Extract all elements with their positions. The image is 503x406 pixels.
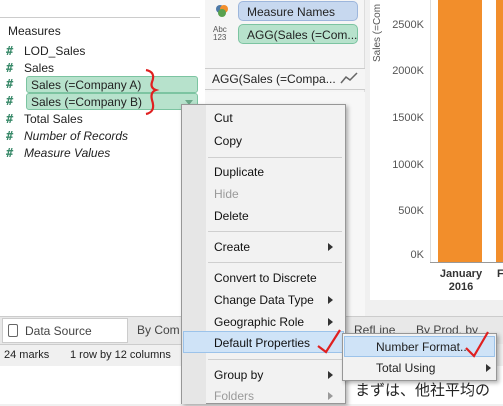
x-label-next: F — [497, 268, 503, 280]
menu-item-hide: Hide — [214, 187, 239, 201]
menu-item-copy[interactable]: Copy — [214, 131, 339, 151]
menu-item-total-using[interactable]: Total Using — [376, 358, 491, 378]
submenu-arrow-icon — [328, 296, 333, 304]
measures-header: Measures — [8, 24, 61, 38]
measure-hash-icon: # — [6, 111, 14, 126]
measure-hash-icon: # — [6, 43, 14, 58]
menu-separator — [208, 262, 342, 263]
line-chart-icon — [340, 72, 358, 84]
menu-item-folders: Folders — [214, 386, 339, 406]
menu-item-change-data-type[interactable]: Change Data Type — [214, 290, 339, 310]
status-rows-columns: 1 row by 12 columns — [70, 349, 171, 361]
document-text: まずは、他社平均の — [355, 381, 491, 399]
label-mark-icon[interactable]: Abc 123 — [213, 26, 231, 42]
measure-hash-icon: # — [6, 77, 14, 91]
y-axis-title: Sales (=Com — [372, 3, 383, 62]
x-label-year: 2016 — [448, 281, 474, 293]
tab-by-comp[interactable]: By Com — [131, 318, 181, 343]
data-pane-top-strip — [0, 0, 200, 18]
y-tick-label: 2000K — [392, 65, 424, 77]
agg-sales-pill[interactable]: AGG(Sales (=Com... — [238, 24, 358, 44]
y-tick-label: 0K — [410, 249, 424, 261]
menu-item-geographic-role[interactable]: Geographic Role — [214, 312, 339, 332]
bar-february[interactable] — [496, 0, 503, 262]
submenu-arrow-icon — [328, 371, 333, 379]
menu-item-group-by[interactable]: Group by — [214, 365, 339, 385]
tab-data-source[interactable]: Data Source — [2, 318, 128, 343]
menu-separator — [208, 231, 342, 232]
submenu-arrow-icon — [328, 318, 333, 326]
data-source-icon — [8, 324, 18, 337]
menu-item-duplicate[interactable]: Duplicate — [214, 162, 339, 182]
chart-axis-line — [430, 0, 431, 262]
menu-separator — [208, 359, 342, 360]
y-tick-label: 500K — [398, 205, 424, 217]
field-sales[interactable]: # Sales — [6, 59, 54, 76]
menu-item-convert-to-discrete[interactable]: Convert to Discrete — [214, 268, 339, 288]
measure-hash-icon: # — [6, 145, 14, 160]
agg-measure-label: AGG(Sales (=Compa... — [212, 72, 336, 86]
menu-separator — [208, 157, 342, 158]
menu-item-default-properties[interactable]: Default Properties — [214, 333, 339, 353]
measure-hash-icon: # — [6, 94, 14, 108]
submenu-arrow-icon — [328, 243, 333, 251]
menu-item-delete[interactable]: Delete — [214, 206, 339, 226]
y-tick-label: 1500K — [392, 112, 424, 124]
y-tick-label: 2500K — [392, 19, 424, 31]
field-sales-company-b[interactable]: Sales (=Company B) — [26, 93, 198, 110]
status-marks-count: 24 marks — [4, 349, 50, 361]
measure-hash-icon: # — [6, 60, 14, 75]
menu-item-cut[interactable]: Cut — [214, 108, 339, 128]
field-total-sales[interactable]: # Total Sales — [6, 110, 83, 127]
context-menu-gutter — [182, 105, 206, 404]
measure-names-pill[interactable]: Measure Names — [238, 1, 358, 21]
y-tick-label: 1000K — [392, 159, 424, 171]
submenu-arrow-icon — [486, 364, 491, 372]
submenu-arrow-icon — [328, 392, 333, 400]
menu-item-create[interactable]: Create — [214, 237, 339, 257]
chart-baseline — [430, 262, 503, 263]
field-measure-values[interactable]: # Measure Values — [6, 144, 110, 161]
menu-item-number-format[interactable]: Number Format... — [376, 337, 491, 357]
color-mark-icon[interactable] — [214, 3, 230, 19]
field-sales-company-a[interactable]: Sales (=Company A) — [26, 76, 198, 93]
field-lod-sales[interactable]: # LOD_Sales — [6, 42, 85, 59]
x-label-month: January — [439, 268, 483, 280]
bar-january-2016[interactable] — [438, 0, 482, 262]
field-number-of-records[interactable]: # Number of Records — [6, 127, 128, 144]
measure-hash-icon: # — [6, 128, 14, 143]
